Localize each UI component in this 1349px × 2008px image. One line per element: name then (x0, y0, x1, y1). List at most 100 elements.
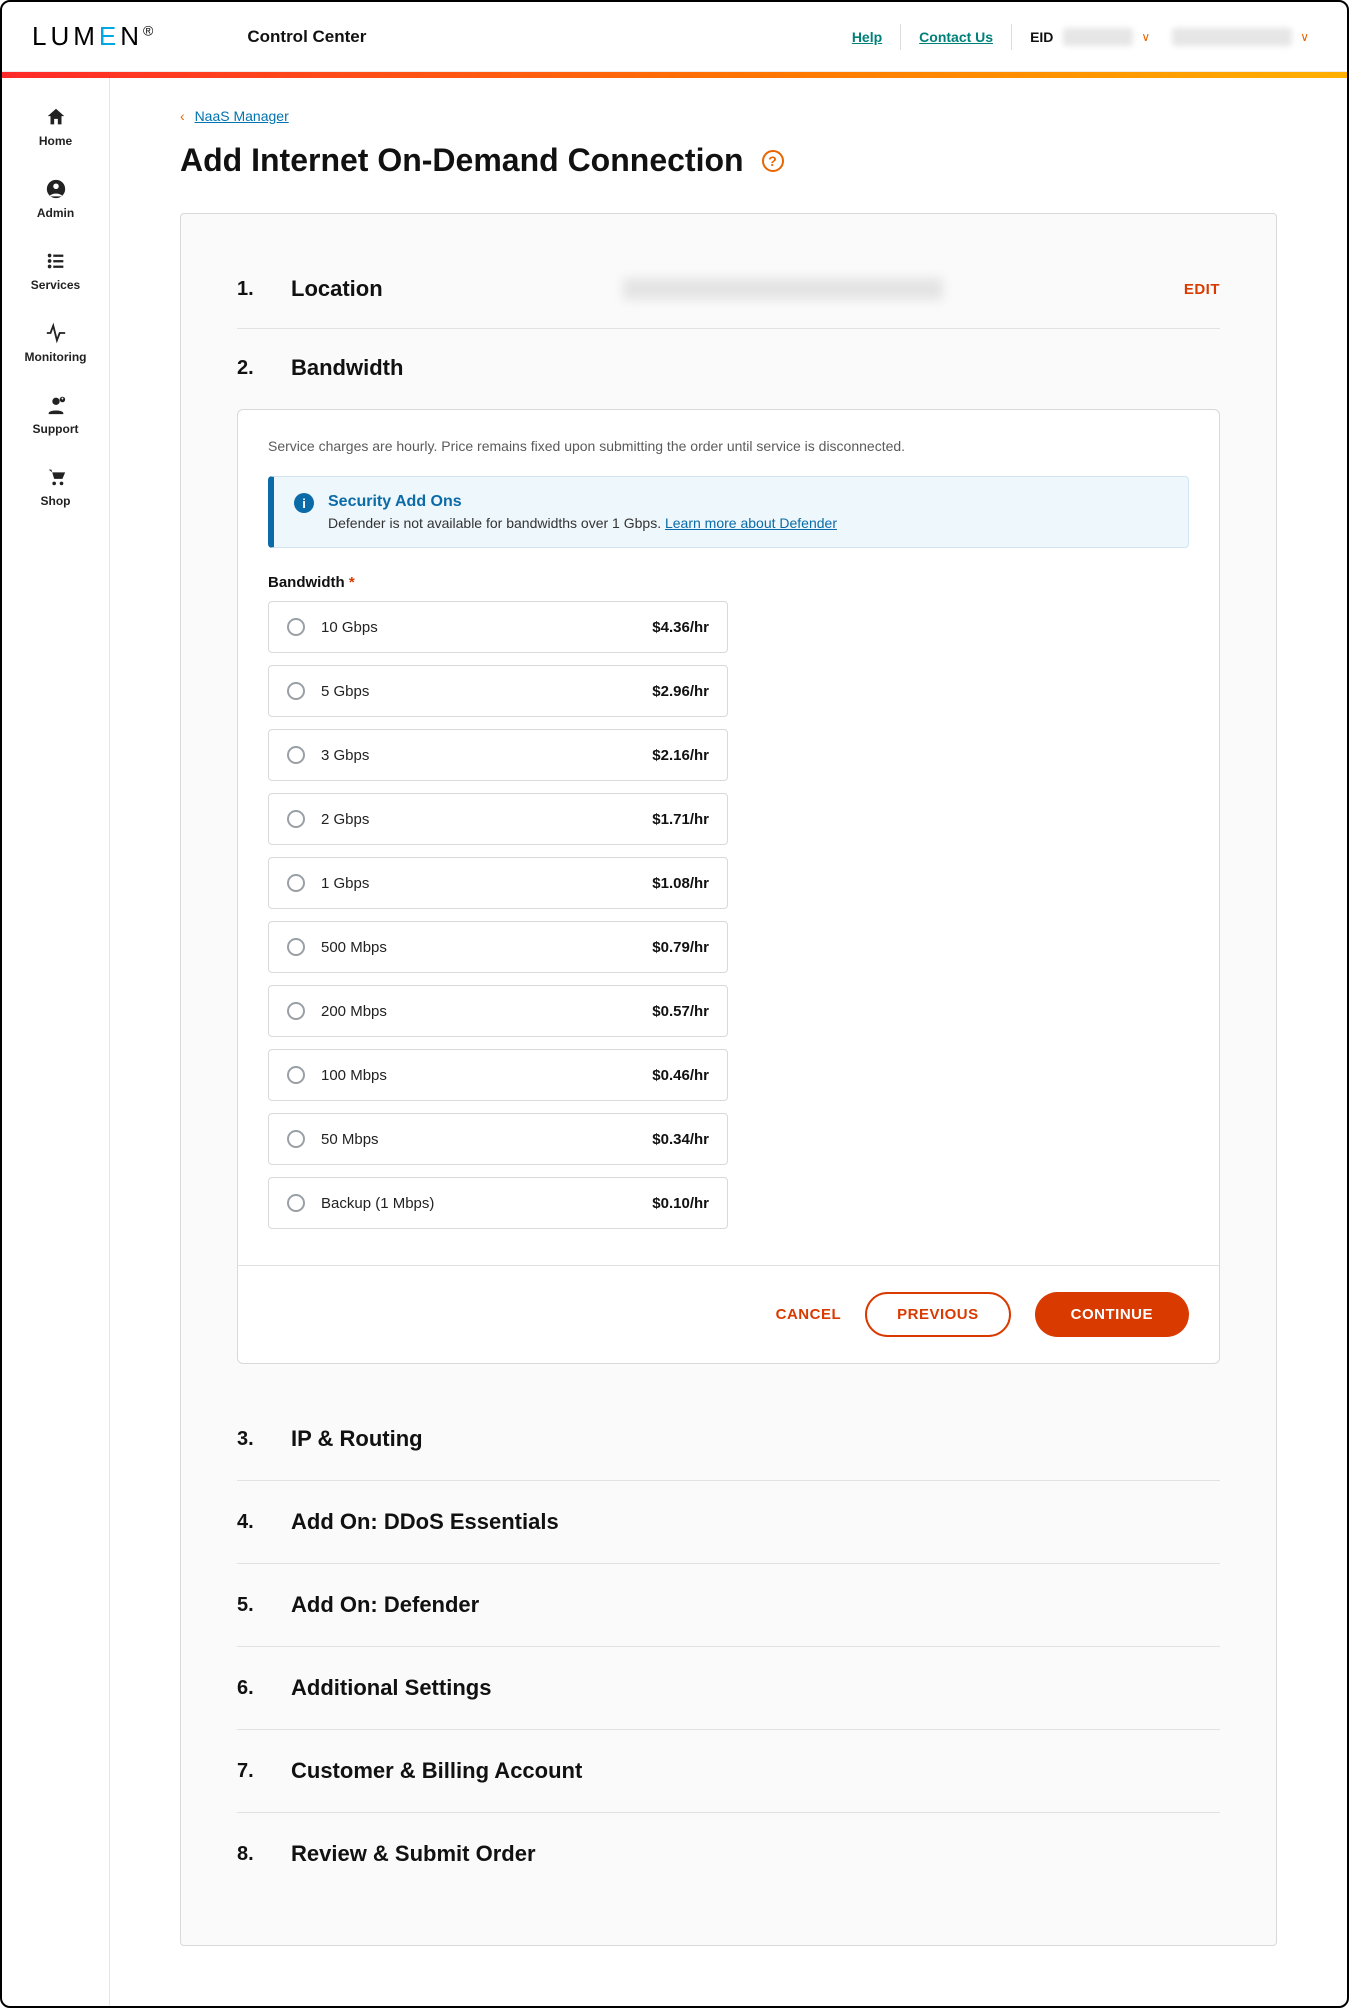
sidebar-item-monitoring[interactable]: Monitoring (2, 308, 109, 380)
sidebar-item-admin[interactable]: Admin (2, 164, 109, 236)
step-number: 4. (237, 1511, 261, 1534)
step-billing[interactable]: 7. Customer & Billing Account (237, 1730, 1220, 1813)
sidebar-item-label: Services (31, 278, 80, 292)
pulse-icon (45, 322, 67, 344)
learn-more-defender-link[interactable]: Learn more about Defender (665, 515, 837, 531)
chevron-left-icon: ‹ (180, 108, 185, 124)
edit-location-button[interactable]: EDIT (1184, 281, 1220, 298)
home-icon (45, 106, 67, 128)
step-location: 1. Location EDIT (237, 254, 1220, 324)
callout-body: Defender is not available for bandwidths… (328, 515, 837, 531)
step-bandwidth: 2. Bandwidth (237, 333, 1220, 403)
help-circle-icon[interactable]: ? (762, 150, 784, 172)
user-value-redacted (1172, 28, 1292, 46)
step-ip-routing[interactable]: 3. IP & Routing (237, 1398, 1220, 1481)
bandwidth-options: 10 Gbps $4.36/hr 5 Gbps $2.96/hr 3 Gbps (268, 601, 1189, 1229)
step-title: Customer & Billing Account (291, 1758, 582, 1784)
option-label: 500 Mbps (321, 939, 387, 956)
cancel-button[interactable]: CANCEL (776, 1306, 842, 1323)
chevron-down-icon[interactable]: ∨ (1133, 30, 1158, 44)
step-title: Bandwidth (291, 355, 403, 381)
sidebar-item-home[interactable]: Home (2, 92, 109, 164)
step-title: Review & Submit Order (291, 1841, 536, 1867)
option-price: $1.08/hr (652, 875, 709, 892)
divider (237, 328, 1220, 329)
sidebar-item-label: Home (39, 134, 72, 148)
step-title: Location (291, 276, 383, 302)
radio-icon (287, 874, 305, 892)
radio-icon (287, 938, 305, 956)
radio-icon (287, 1194, 305, 1212)
step-number: 5. (237, 1594, 261, 1617)
sidebar-item-label: Admin (37, 206, 74, 220)
pricing-note: Service charges are hourly. Price remain… (268, 438, 1189, 454)
bandwidth-option[interactable]: 2 Gbps $1.71/hr (268, 793, 728, 845)
step-number: 8. (237, 1843, 261, 1866)
bandwidth-option[interactable]: 1 Gbps $1.08/hr (268, 857, 728, 909)
option-price: $2.96/hr (652, 683, 709, 700)
bandwidth-field-label: Bandwidth * (268, 574, 1189, 591)
user-circle-icon (45, 178, 67, 200)
wizard-panel: 1. Location EDIT 2. Bandwidth Service ch… (180, 213, 1277, 1946)
sidebar-item-label: Shop (41, 494, 71, 508)
option-label: Backup (1 Mbps) (321, 1195, 434, 1212)
contact-link[interactable]: Contact Us (901, 29, 1011, 45)
bandwidth-option[interactable]: 200 Mbps $0.57/hr (268, 985, 728, 1037)
radio-icon (287, 1130, 305, 1148)
step-ddos[interactable]: 4. Add On: DDoS Essentials (237, 1481, 1220, 1564)
bandwidth-option[interactable]: 3 Gbps $2.16/hr (268, 729, 728, 781)
option-label: 5 Gbps (321, 683, 369, 700)
info-icon: i (294, 493, 314, 513)
step-review[interactable]: 8. Review & Submit Order (237, 1813, 1220, 1895)
option-label: 10 Gbps (321, 619, 378, 636)
breadcrumb-label: NaaS Manager (195, 108, 289, 124)
sidebar-item-services[interactable]: Services (2, 236, 109, 308)
option-price: $0.79/hr (652, 939, 709, 956)
bandwidth-card: Service charges are hourly. Price remain… (237, 409, 1220, 1364)
previous-button[interactable]: PREVIOUS (865, 1292, 1011, 1337)
radio-icon (287, 682, 305, 700)
bandwidth-option[interactable]: Backup (1 Mbps) $0.10/hr (268, 1177, 728, 1229)
lumen-logo: LUMEN® (32, 21, 157, 52)
chevron-down-icon[interactable]: ∨ (1292, 30, 1317, 44)
page-title: Add Internet On-Demand Connection (180, 142, 744, 179)
option-price: $0.57/hr (652, 1003, 709, 1020)
sidebar-item-shop[interactable]: Shop (2, 452, 109, 524)
callout-text: Defender is not available for bandwidths… (328, 515, 665, 531)
option-label: 2 Gbps (321, 811, 369, 828)
step-number: 7. (237, 1760, 261, 1783)
bandwidth-option[interactable]: 100 Mbps $0.46/hr (268, 1049, 728, 1101)
bandwidth-option[interactable]: 5 Gbps $2.96/hr (268, 665, 728, 717)
step-defender[interactable]: 5. Add On: Defender (237, 1564, 1220, 1647)
bandwidth-option[interactable]: 500 Mbps $0.79/hr (268, 921, 728, 973)
app-title: Control Center (247, 27, 366, 47)
option-label: 100 Mbps (321, 1067, 387, 1084)
breadcrumb[interactable]: ‹ NaaS Manager (180, 108, 1277, 124)
bandwidth-option[interactable]: 50 Mbps $0.34/hr (268, 1113, 728, 1165)
continue-button[interactable]: CONTINUE (1035, 1292, 1189, 1337)
eid-value-redacted (1063, 28, 1133, 46)
step-additional-settings[interactable]: 6. Additional Settings (237, 1647, 1220, 1730)
option-price: $0.46/hr (652, 1067, 709, 1084)
sidebar-item-label: Monitoring (25, 350, 87, 364)
step-title: Additional Settings (291, 1675, 491, 1701)
step-number: 2. (237, 357, 261, 380)
step-title: Add On: Defender (291, 1592, 479, 1618)
sidebar-item-support[interactable]: Support (2, 380, 109, 452)
location-value-redacted (623, 278, 943, 300)
radio-icon (287, 746, 305, 764)
step-title: IP & Routing (291, 1426, 423, 1452)
option-price: $1.71/hr (652, 811, 709, 828)
radio-icon (287, 810, 305, 828)
bandwidth-option[interactable]: 10 Gbps $4.36/hr (268, 601, 728, 653)
step-title: Add On: DDoS Essentials (291, 1509, 559, 1535)
cart-icon (45, 466, 67, 488)
radio-icon (287, 1066, 305, 1084)
radio-icon (287, 618, 305, 636)
step-number: 3. (237, 1428, 261, 1451)
sidebar-item-label: Support (33, 422, 79, 436)
option-label: 3 Gbps (321, 747, 369, 764)
help-link[interactable]: Help (834, 29, 900, 45)
radio-icon (287, 1002, 305, 1020)
support-icon (45, 394, 67, 416)
